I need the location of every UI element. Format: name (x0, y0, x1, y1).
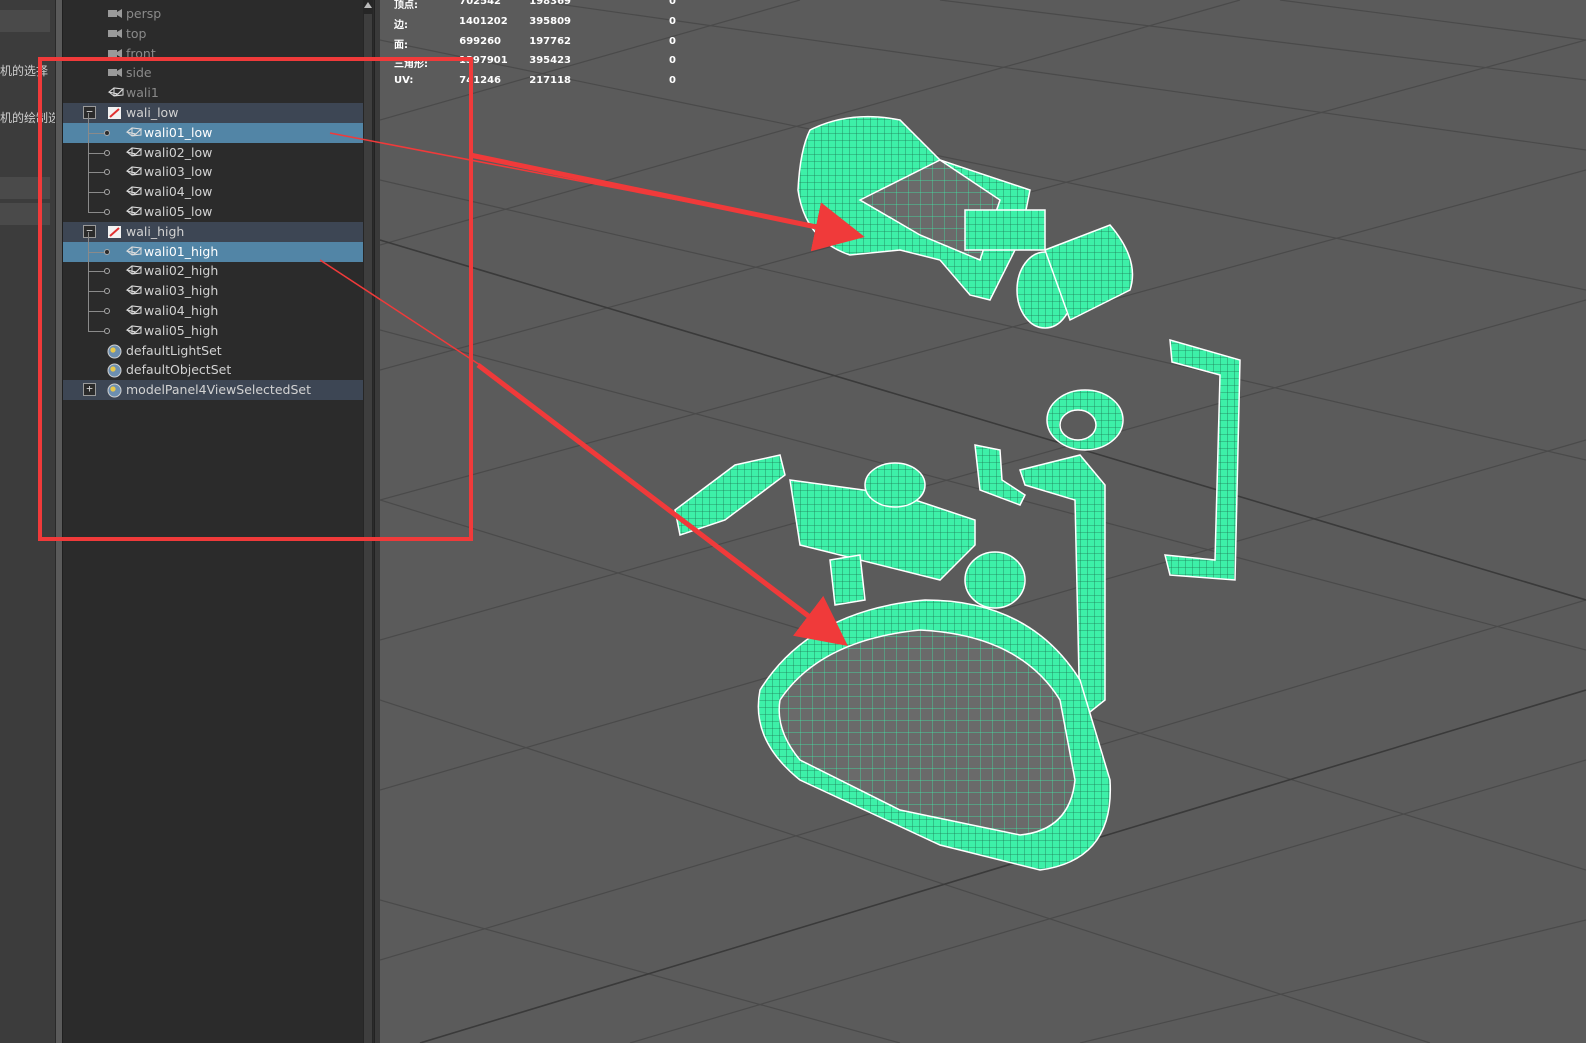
hud-value: 395423 (529, 55, 571, 67)
outliner-item[interactable]: top (63, 24, 363, 44)
hud-value: 395809 (529, 15, 571, 27)
model-small-piece (674, 454, 786, 536)
hud-label: 顶点: (394, 0, 418, 11)
wireframe-models[interactable] (380, 0, 1586, 1043)
hud-label: 边: (394, 19, 408, 31)
hud-value: 699260 (459, 35, 501, 47)
model-track (757, 599, 1112, 871)
hud-value: 0 (669, 75, 676, 87)
model-arm-right (1164, 338, 1241, 581)
3d-viewport[interactable]: 顶点: 702542 198369 0 边: 1401202 395809 0 面: 699260… (380, 0, 1586, 1043)
hud-value: 198369 (529, 0, 571, 7)
model-head (797, 115, 1134, 329)
outliner-item-label: persp (126, 6, 162, 21)
scroll-up-icon[interactable] (364, 2, 372, 8)
hud-value: 197762 (529, 35, 571, 47)
hud-value: 0 (669, 55, 676, 67)
strip-button[interactable] (0, 10, 50, 32)
camera-icon (107, 27, 123, 41)
model-small-wheel (1046, 389, 1124, 451)
outliner-item-label: top (126, 25, 147, 41)
hud-value: 702542 (459, 0, 501, 7)
hud-value: 0 (669, 35, 676, 47)
hud-value: 0 (669, 15, 676, 27)
hud-value: 0 (669, 0, 676, 7)
hud-label: 面: (394, 39, 408, 51)
outliner-item[interactable]: persp (63, 4, 363, 24)
hud-value: 1401202 (459, 15, 508, 27)
annotation-highlight-box (38, 57, 473, 541)
hud-value: 217118 (529, 75, 571, 87)
camera-icon (107, 7, 123, 21)
